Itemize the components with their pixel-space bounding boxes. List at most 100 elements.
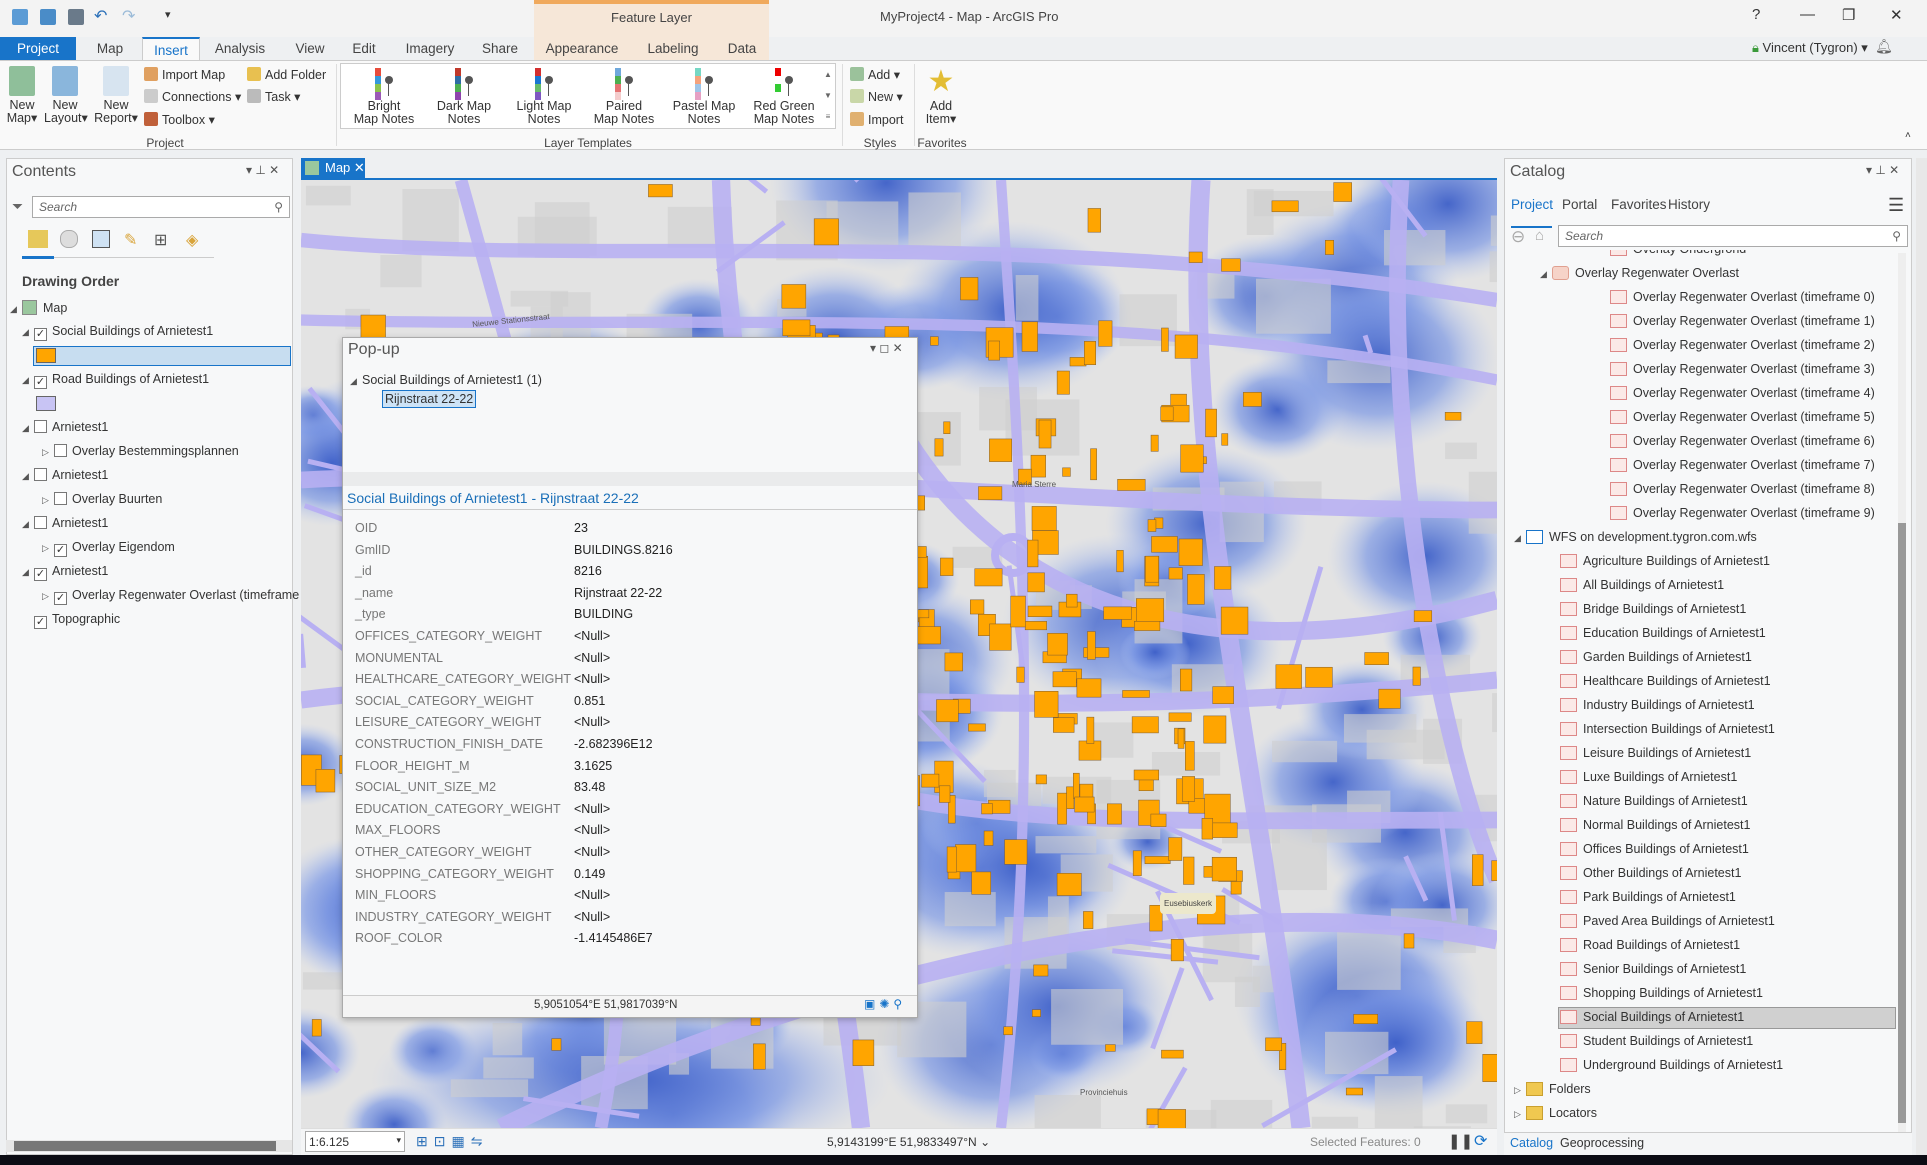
catalog-item[interactable]: ▷ Folders <box>1514 1082 1591 1096</box>
social-building[interactable] <box>1136 598 1165 623</box>
toc-item[interactable]: ✓ Topographic <box>22 612 120 629</box>
social-building[interactable] <box>916 546 927 558</box>
layer-visibility-checkbox[interactable]: ✓ <box>34 376 47 389</box>
social-building[interactable] <box>968 723 986 732</box>
social-building[interactable] <box>1325 239 1334 255</box>
social-building[interactable] <box>1132 850 1142 876</box>
layer-template-0[interactable]: Bright Map Notes <box>346 68 422 126</box>
social-building[interactable] <box>930 336 939 346</box>
social-building[interactable] <box>916 626 941 645</box>
social-building[interactable] <box>1181 776 1195 802</box>
social-building[interactable] <box>1145 555 1159 583</box>
new-report-button[interactable]: New Report▾ <box>94 66 138 125</box>
social-building[interactable] <box>1205 408 1217 438</box>
layer-visibility-checkbox[interactable]: ✓ <box>34 328 47 341</box>
map-coordinates[interactable]: 5,9143199°E 51,9833497°N ⌄ <box>827 1135 990 1149</box>
social-building[interactable] <box>943 421 951 434</box>
symbol-swatch[interactable] <box>36 396 56 411</box>
social-building[interactable] <box>1466 1021 1483 1044</box>
expand-icon[interactable]: ◢ <box>10 304 22 315</box>
menu-icon[interactable]: ☰ <box>1888 195 1904 216</box>
social-building[interactable] <box>1209 822 1238 838</box>
tab-analysis[interactable]: Analysis <box>212 37 268 60</box>
drawing-order-icon[interactable] <box>28 230 48 248</box>
social-building[interactable] <box>921 773 940 788</box>
social-building[interactable] <box>1221 433 1229 446</box>
tab-share[interactable]: Share <box>480 37 520 60</box>
toc-item[interactable]: ◢ ✓ Road Buildings of Arnietest1 <box>22 372 209 389</box>
social-building[interactable] <box>1151 536 1178 553</box>
social-building[interactable] <box>1180 444 1204 473</box>
social-building[interactable] <box>1243 392 1262 407</box>
catalog-item[interactable]: Nature Buildings of Arnietest1 <box>1560 794 1748 808</box>
catalog-search-input[interactable]: Search ⚲ <box>1558 225 1908 247</box>
social-building[interactable] <box>1185 741 1195 771</box>
social-building[interactable] <box>813 218 839 246</box>
toc-item[interactable]: ◢ Map <box>10 300 67 315</box>
social-building[interactable] <box>1413 610 1433 622</box>
social-building[interactable] <box>1188 251 1203 263</box>
new-project-icon[interactable] <box>12 9 28 25</box>
expand-icon[interactable]: ◢ <box>1514 533 1526 544</box>
social-building[interactable] <box>1056 873 1082 896</box>
social-building[interactable] <box>1057 792 1067 825</box>
expand-icon[interactable]: ◢ <box>22 519 34 530</box>
social-building[interactable] <box>1150 813 1167 827</box>
popup-feature-item[interactable]: Rijnstraat 22-22 <box>382 390 477 408</box>
open-project-icon[interactable] <box>40 9 56 25</box>
social-building[interactable] <box>1491 860 1497 881</box>
selection-icon[interactable] <box>92 230 110 248</box>
catalog-tab-project[interactable]: Project <box>1511 197 1553 212</box>
social-building[interactable] <box>970 599 985 615</box>
tab-imagery[interactable]: Imagery <box>402 37 458 60</box>
home-icon[interactable]: ⌂ <box>1535 227 1544 244</box>
social-building[interactable] <box>1201 818 1213 840</box>
tab-map[interactable]: Map <box>90 37 130 60</box>
back-icon[interactable]: ⊖ <box>1511 227 1525 247</box>
catalog-item[interactable]: Student Buildings of Arnietest1 <box>1560 1034 1753 1048</box>
catalog-item[interactable]: All Buildings of Arnietest1 <box>1560 578 1724 592</box>
toc-item[interactable]: ▷ ✓ Overlay Regenwater Overlast (timeframe <box>42 588 299 605</box>
legend-row-selected[interactable] <box>33 346 291 366</box>
style-import-button[interactable]: Import <box>850 112 903 127</box>
social-building[interactable] <box>1031 506 1057 531</box>
layer-visibility-checkbox[interactable]: ✓ <box>54 592 67 605</box>
popup-layer-node[interactable]: ◢ Social Buildings of Arnietest1 (1) <box>350 373 542 387</box>
social-building[interactable] <box>781 284 807 309</box>
labeling-tag-icon[interactable]: ◈ <box>186 230 198 250</box>
social-building[interactable] <box>1027 605 1053 617</box>
social-building[interactable] <box>1444 412 1462 421</box>
social-building[interactable] <box>1027 572 1045 593</box>
social-building[interactable] <box>1056 370 1070 395</box>
social-building[interactable] <box>1271 200 1299 213</box>
expand-icon[interactable]: ▷ <box>42 495 54 506</box>
import-map-button[interactable]: Import Map <box>144 67 225 82</box>
toc-item[interactable]: ◢ Arnietest1 <box>22 516 108 530</box>
data-source-icon[interactable] <box>60 230 78 248</box>
popup-window-controls[interactable]: ▾ ◻ ✕ <box>870 341 903 355</box>
social-building[interactable] <box>1170 939 1184 962</box>
filter-icon[interactable]: ⏷ <box>12 198 23 215</box>
catalog-item[interactable]: ◢ Overlay Regenwater Overlast <box>1540 266 1739 280</box>
social-building[interactable] <box>947 871 961 880</box>
social-building[interactable] <box>1178 538 1203 566</box>
task-button[interactable]: Task ▾ <box>247 89 300 104</box>
toolbox-button[interactable]: Toolbox ▾ <box>144 112 215 127</box>
social-building[interactable] <box>782 319 811 337</box>
social-building[interactable] <box>1035 774 1047 785</box>
snapping-icon[interactable]: ⊞ <box>154 230 167 250</box>
connections-button[interactable]: Connections ▾ <box>144 89 241 104</box>
catalog-item[interactable]: Overlay Regenwater Overlast (timeframe 3… <box>1610 362 1875 376</box>
customize-toolbar-icon[interactable]: ▾ <box>165 8 171 21</box>
social-building[interactable] <box>1030 454 1046 478</box>
catalog-tab-history[interactable]: History <box>1668 197 1710 212</box>
social-building[interactable] <box>934 438 944 457</box>
social-building[interactable] <box>1333 182 1352 202</box>
pause-drawing-icon[interactable]: ❚❚ <box>1448 1132 1473 1150</box>
catalog-item[interactable]: Road Buildings of Arnietest1 <box>1560 938 1740 952</box>
social-building[interactable] <box>1157 1109 1186 1128</box>
popup-tools[interactable]: ▣✺⚲ <box>864 997 906 1011</box>
expand-icon[interactable]: ▷ <box>1514 1109 1526 1120</box>
social-building[interactable] <box>1221 258 1241 272</box>
catalog-item[interactable]: Overlay Regenwater Overlast (timeframe 5… <box>1610 410 1875 424</box>
